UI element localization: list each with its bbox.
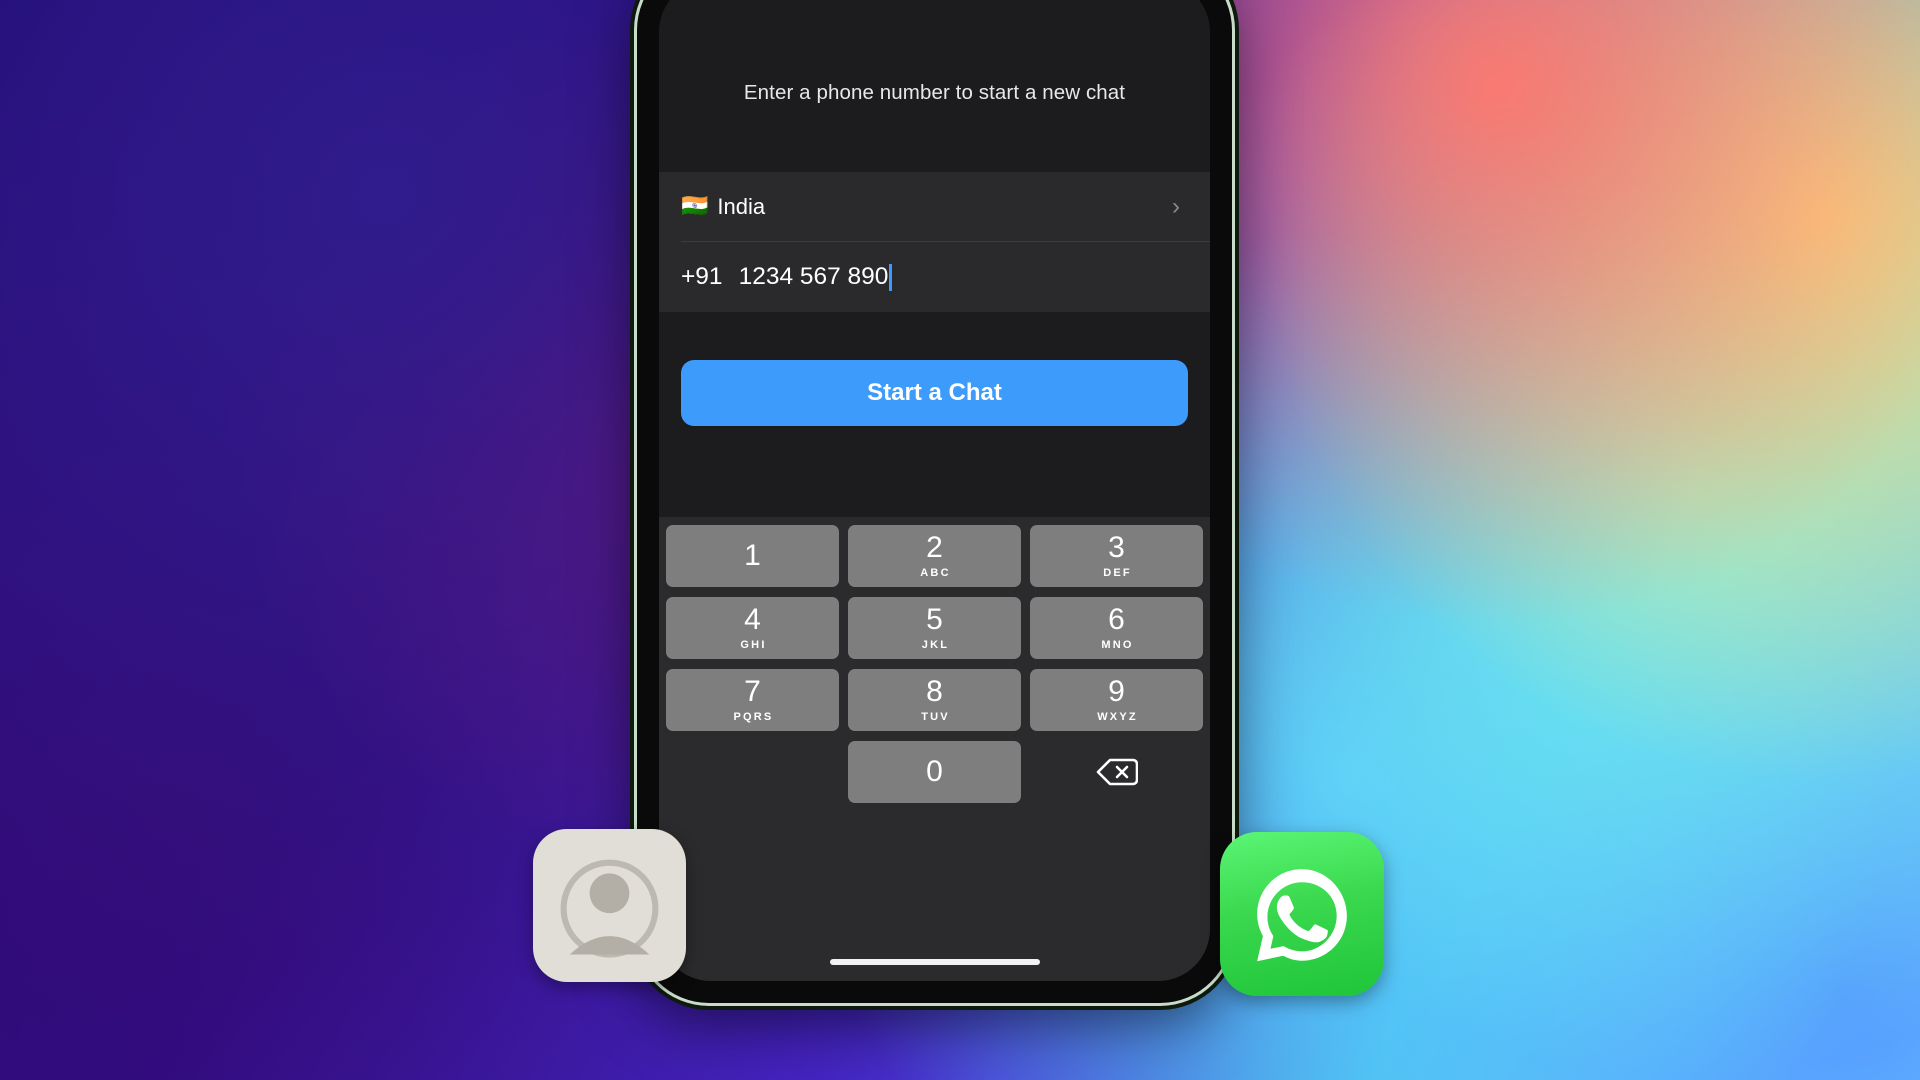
contacts-person-icon [560, 859, 659, 958]
key-digit-label: 6 [1108, 603, 1125, 636]
text-cursor-caret [889, 263, 893, 291]
keypad-key-0[interactable]: 0 [848, 741, 1021, 803]
key-digit-label: 4 [744, 603, 761, 636]
key-letters-label: MNO [1101, 639, 1134, 651]
keypad-key-5[interactable]: 5 JKL [848, 597, 1021, 659]
key-letters-label: JKL [921, 639, 950, 651]
key-digit-label: 2 [926, 531, 943, 564]
keypad-key-3[interactable]: 3 DEF [1030, 525, 1203, 587]
key-digit-label: 0 [926, 755, 943, 788]
keypad-key-9[interactable]: 9 WXYZ [1030, 669, 1203, 731]
chevron-right-icon: › [1172, 193, 1180, 220]
key-letters-label: GHI [740, 639, 767, 651]
phone-device-frame: Enter a phone number to start a new chat… [637, 0, 1232, 1003]
new-chat-sheet-header: Enter a phone number to start a new chat [659, 0, 1210, 172]
keypad-row: 7 PQRS 8 TUV 9 WXYZ [666, 669, 1203, 731]
keypad-key-1[interactable]: 1 [666, 525, 839, 587]
keypad-row: 1 2 ABC 3 DEF [666, 525, 1203, 587]
dial-code-label: +91 [681, 263, 723, 290]
key-letters-label: WXYZ [1097, 711, 1138, 723]
keypad-row: 4 GHI 5 JKL 6 MNO [666, 597, 1203, 659]
key-letters-label: DEF [1103, 567, 1132, 579]
start-a-chat-button[interactable]: Start a Chat [681, 360, 1188, 426]
key-letters-label: PQRS [733, 711, 774, 723]
key-digit-label: 7 [744, 675, 761, 708]
instruction-text: Enter a phone number to start a new chat [743, 81, 1126, 104]
key-letters-label: TUV [921, 711, 950, 723]
key-digit-label: 3 [1108, 531, 1125, 564]
key-digit-label: 5 [926, 603, 943, 636]
numeric-keypad: 1 2 ABC 3 DEF 4 GHI 5 JKL 6 MNO 7 PQRS 8 TUV 9 WXYZ 0 [659, 517, 1210, 981]
india-flag-icon: 🇮🇳 [681, 194, 709, 219]
phone-number-input[interactable]: 1234 567 890 [739, 263, 889, 291]
country-selector-row[interactable]: 🇮🇳 India › [659, 172, 1210, 242]
action-area: Start a Chat [659, 312, 1210, 517]
phone-screen: Enter a phone number to start a new chat… [659, 0, 1210, 981]
whatsapp-logo-icon [1257, 869, 1347, 962]
country-name-label: India [717, 194, 766, 219]
key-letters-label: ABC [920, 567, 951, 579]
key-digit-label: 8 [926, 675, 943, 708]
keypad-key-2[interactable]: 2 ABC [848, 525, 1021, 587]
keypad-spacer [666, 741, 839, 803]
key-digit-label: 1 [744, 539, 761, 572]
key-digit-label: 9 [1108, 675, 1125, 708]
keypad-key-7[interactable]: 7 PQRS [666, 669, 839, 731]
whatsapp-app-icon[interactable] [1220, 832, 1384, 996]
phone-number-row[interactable]: +91 1234 567 890 [659, 242, 1210, 312]
keypad-key-8[interactable]: 8 TUV [848, 669, 1021, 731]
backspace-key[interactable] [1030, 741, 1203, 803]
keypad-key-4[interactable]: 4 GHI [666, 597, 839, 659]
home-indicator[interactable] [829, 959, 1040, 965]
contacts-app-icon[interactable] [533, 829, 686, 982]
keypad-row: 0 [666, 741, 1203, 803]
backspace-delete-icon [1096, 758, 1138, 786]
keypad-key-6[interactable]: 6 MNO [1030, 597, 1203, 659]
